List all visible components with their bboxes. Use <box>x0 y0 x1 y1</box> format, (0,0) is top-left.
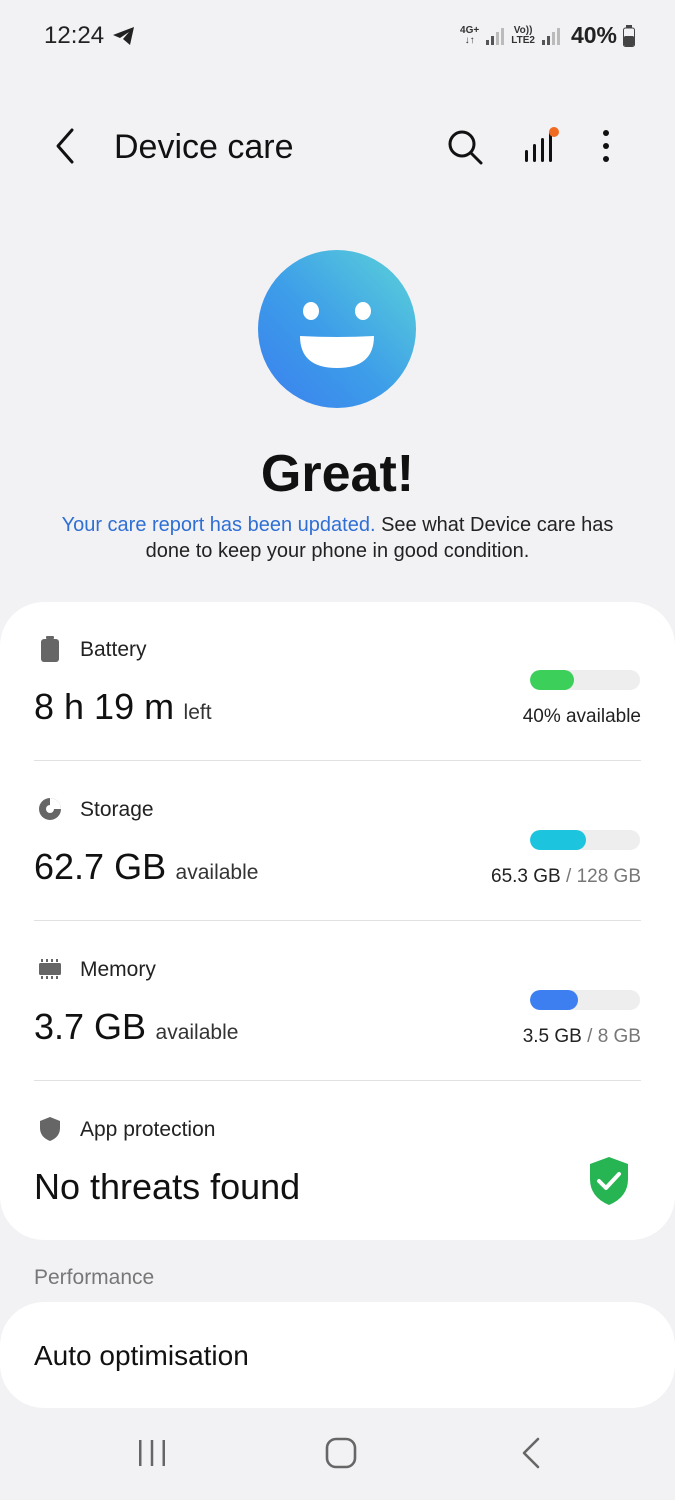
app-header: Device care <box>0 100 675 192</box>
storage-row[interactable]: Storage 62.7 GB available 65.3 GB / 128 … <box>0 762 675 922</box>
notification-dot <box>549 127 559 137</box>
status-heading: Great! <box>260 445 415 503</box>
network-4g-arrows: ↓↑ <box>464 34 475 46</box>
page-title: Device care <box>114 128 294 166</box>
battery-icon <box>41 636 59 662</box>
storage-available-amount: 62.7 GB <box>34 846 167 887</box>
memory-available-amount: 3.7 GB <box>34 1006 147 1047</box>
memory-usage-caption: 3.5 GB / 8 GB <box>523 1026 641 1048</box>
home-button[interactable] <box>324 1436 358 1470</box>
row-divider <box>34 920 641 921</box>
memory-level-fill <box>530 990 579 1010</box>
status-time: 12:24 <box>44 22 105 49</box>
battery-label: Battery <box>80 638 147 661</box>
app-protection-row[interactable]: App protection No threats found <box>0 1082 675 1242</box>
battery-available-caption: 40% available <box>522 706 641 727</box>
battery-level-fill <box>530 670 574 690</box>
navigation-bar <box>0 1410 675 1500</box>
status-indicators: 4G+ ↓↑ Vo)) LTE2 40% <box>460 22 635 49</box>
network-lte2-text: LTE2 <box>511 34 535 46</box>
auto-optimisation-item[interactable]: Auto optimisation <box>34 1340 249 1372</box>
storage-level-bar <box>530 830 640 850</box>
pie-chart-icon <box>39 798 61 820</box>
storage-usage-caption: 65.3 GB / 128 GB <box>491 866 641 888</box>
network-volte-text: Vo)) <box>513 24 533 36</box>
battery-status-icon <box>623 24 635 47</box>
shield-icon <box>40 1117 60 1141</box>
memory-unit: available <box>155 1021 239 1044</box>
bar-chart-icon[interactable] <box>520 124 562 166</box>
storage-used: 65.3 GB <box>491 866 561 887</box>
memory-total: 8 GB <box>597 1026 641 1047</box>
memory-used: 3.5 GB <box>522 1026 582 1047</box>
network-4g-text: 4G+ <box>460 24 480 36</box>
battery-unit: left <box>183 701 212 724</box>
memory-level-bar <box>530 990 640 1010</box>
smile-face-icon <box>258 250 416 408</box>
performance-section-label: Performance <box>34 1266 155 1289</box>
performance-card: Auto optimisation <box>0 1302 675 1408</box>
search-icon[interactable] <box>444 126 486 168</box>
memory-label: Memory <box>80 958 156 981</box>
device-care-screen: 12:24 4G+ ↓↑ Vo)) LTE2 40% Device care G… <box>0 0 675 1500</box>
memory-separator: / <box>581 1026 598 1047</box>
battery-row[interactable]: Battery 8 h 19 m left 40% available <box>0 602 675 762</box>
care-report-link[interactable]: Your care report has been updated. <box>62 514 376 536</box>
network-volte-label: Vo)) LTE2 <box>511 24 535 46</box>
battery-level-bar <box>530 670 640 690</box>
status-battery-percent: 40% <box>570 22 617 48</box>
storage-label: Storage <box>80 798 154 821</box>
storage-level-fill <box>530 830 587 850</box>
nav-back-button[interactable] <box>518 1436 544 1470</box>
recent-apps-button[interactable] <box>136 1438 168 1468</box>
back-button[interactable] <box>46 124 86 168</box>
app-protection-label: App protection <box>80 1118 216 1141</box>
battery-value: 8 h 19 m left <box>34 686 212 728</box>
memory-value: 3.7 GB available <box>34 1006 238 1048</box>
status-bar: 12:24 4G+ ↓↑ Vo)) LTE2 40% <box>0 0 675 72</box>
signal-icon <box>541 27 560 45</box>
status-description: Your care report has been updated. See w… <box>40 512 635 564</box>
storage-value: 62.7 GB available <box>34 846 258 888</box>
row-divider <box>34 1080 641 1081</box>
app-protection-status: No threats found <box>34 1166 301 1207</box>
memory-chip-icon <box>39 959 61 979</box>
signal-icon <box>486 27 505 45</box>
more-vertical-icon[interactable] <box>592 126 620 168</box>
row-divider <box>34 760 641 761</box>
network-4g-label: 4G+ ↓↑ <box>460 24 480 46</box>
device-status-card: Battery 8 h 19 m left 40% available Stor… <box>0 602 675 1240</box>
storage-unit: available <box>175 861 259 884</box>
telegram-icon <box>113 27 134 45</box>
shield-check-icon <box>590 1157 628 1205</box>
storage-total: 128 GB <box>576 866 641 887</box>
memory-row[interactable]: Memory 3.7 GB available 3.5 GB / 8 GB <box>0 922 675 1082</box>
storage-separator: / <box>560 866 577 887</box>
battery-time-left: 8 h 19 m <box>34 686 175 727</box>
